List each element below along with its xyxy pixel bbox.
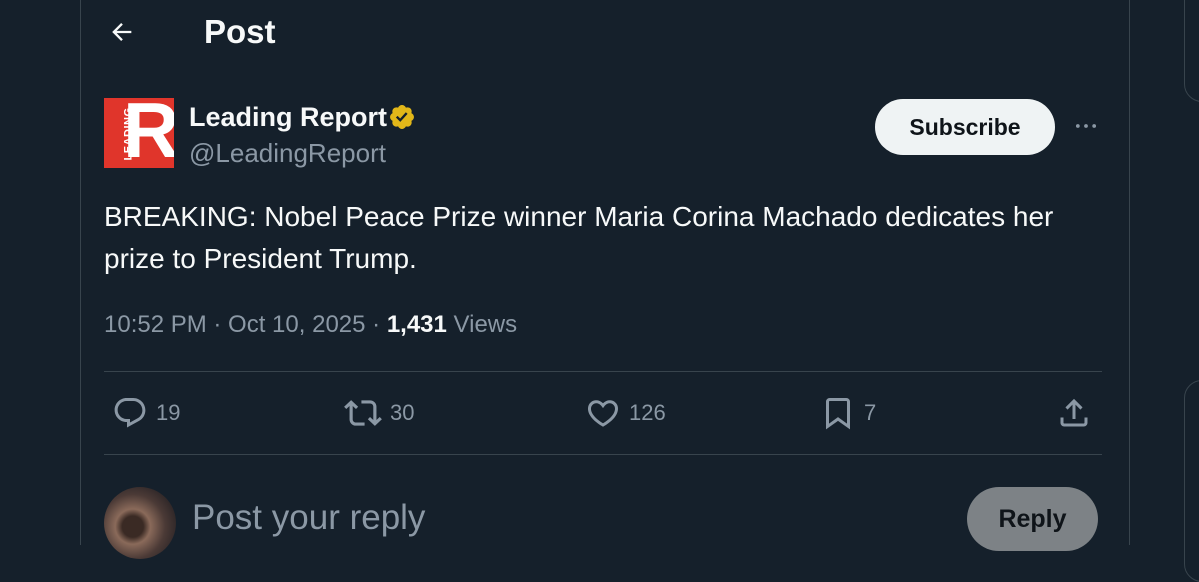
subscribe-button[interactable]: Subscribe — [875, 99, 1055, 155]
reply-button[interactable]: Reply — [967, 487, 1098, 551]
more-options-button[interactable] — [1066, 106, 1106, 146]
reply-input[interactable] — [192, 496, 892, 540]
sidebar-card-bottom — [1184, 380, 1199, 582]
bookmark-icon — [826, 398, 850, 430]
like-count: 126 — [629, 400, 666, 425]
tweet-timestamp[interactable]: 10:52 PM · Oct 10, 2025 · — [104, 311, 387, 338]
like-action-button[interactable]: 126 — [585, 393, 666, 433]
repost-icon — [344, 400, 382, 426]
post-header: Post — [80, 0, 1129, 64]
sidebar-card-top — [1184, 0, 1199, 102]
divider-top — [104, 371, 1102, 372]
tweet-meta: 10:52 PM · Oct 10, 2025 · 1,431 Views — [104, 309, 517, 341]
back-button[interactable] — [102, 12, 142, 52]
avatar-small-text: LEADING — [122, 107, 135, 161]
tweet-text: BREAKING: Nobel Peace Prize winner Maria… — [104, 201, 1054, 274]
share-action-button[interactable] — [1056, 393, 1092, 433]
bookmark-action-button[interactable]: 7 — [820, 393, 876, 433]
reply-count: 19 — [156, 400, 181, 425]
share-icon — [1060, 398, 1088, 427]
arrow-left-icon — [112, 23, 132, 41]
heart-icon — [587, 400, 619, 427]
divider-bottom — [104, 454, 1102, 455]
user-avatar[interactable] — [104, 487, 176, 559]
reply-action-button[interactable]: 19 — [112, 393, 180, 433]
column-border-left — [80, 0, 81, 545]
verified-badge-icon[interactable] — [388, 103, 416, 136]
author-handle[interactable]: @LeadingReport — [189, 137, 386, 169]
repost-action-button[interactable]: 30 — [344, 393, 414, 433]
repost-count: 30 — [390, 400, 415, 425]
bookmark-count: 7 — [864, 400, 877, 425]
views-count: 1,431 — [386, 311, 447, 338]
author-name[interactable]: Leading Report — [189, 101, 387, 133]
page-title: Post — [204, 13, 276, 50]
author-avatar[interactable]: R LEADING — [104, 98, 174, 168]
more-dots-icon — [1075, 124, 1097, 128]
reply-bubble-icon — [114, 398, 146, 428]
views-label: Views — [446, 311, 518, 338]
column-border-right — [1129, 0, 1130, 545]
